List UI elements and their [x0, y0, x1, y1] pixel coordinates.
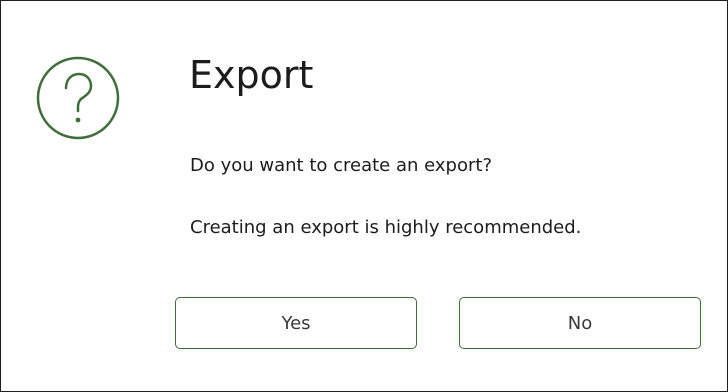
- export-dialog: Export Do you want to create an export? …: [0, 0, 728, 392]
- dialog-question: Do you want to create an export?: [190, 155, 493, 176]
- question-circle-icon: [35, 55, 121, 141]
- dialog-recommendation: Creating an export is highly recommended…: [190, 217, 582, 238]
- no-button[interactable]: No: [459, 297, 701, 349]
- dialog-title: Export: [189, 53, 314, 97]
- yes-button[interactable]: Yes: [175, 297, 417, 349]
